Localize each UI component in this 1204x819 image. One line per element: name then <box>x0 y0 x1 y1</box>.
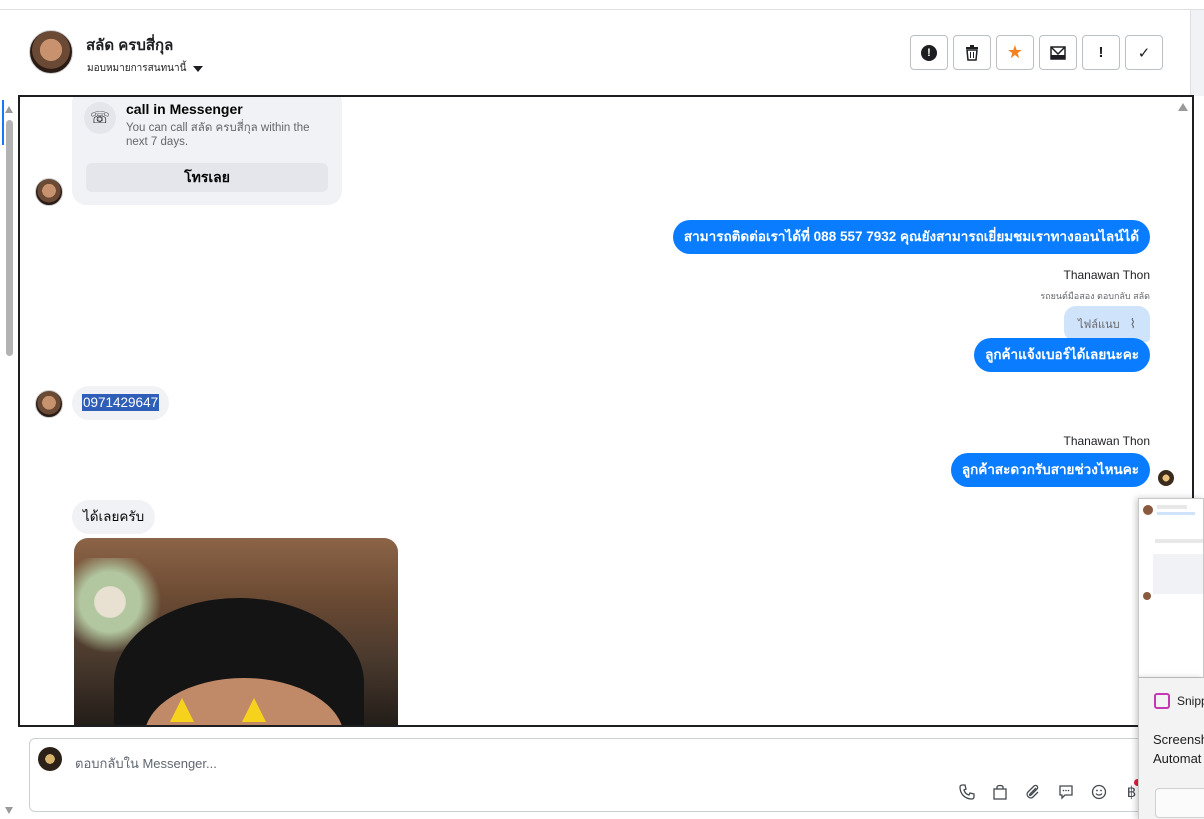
report-spam-button[interactable]: ! <box>910 35 948 70</box>
scrollbar-thumb[interactable] <box>6 120 13 356</box>
incoming-message[interactable]: 0971429647 <box>72 386 170 420</box>
top-bar <box>0 0 1204 10</box>
incoming-message[interactable]: ได้เลยครับ <box>72 500 156 534</box>
paperclip-icon[interactable] <box>1022 781 1043 802</box>
scroll-down-arrow-icon[interactable] <box>5 807 13 814</box>
exclamation-icon: ! <box>1098 44 1104 61</box>
chat-icon[interactable] <box>1055 781 1076 802</box>
incoming-photo[interactable] <box>74 538 398 725</box>
check-icon: ✓ <box>1137 44 1151 62</box>
sender-name: Thanawan Thon <box>1063 434 1150 448</box>
assign-conversation-dropdown[interactable]: มอบหมายการสนทนานี้ <box>87 61 204 76</box>
call-card-title: call in Messenger <box>126 101 243 117</box>
envelope-icon <box>1050 45 1066 60</box>
attachment-bubble[interactable]: ไฟล์แนบ ⌇ <box>1063 306 1150 342</box>
contact-avatar[interactable] <box>29 30 73 74</box>
snip-line-1: Screensh <box>1153 732 1204 747</box>
snip-thumbnail-preview[interactable] <box>1138 498 1204 678</box>
mark-done-button[interactable]: ✓ <box>1125 35 1163 70</box>
snip-message: Screensh Automat <box>1153 730 1204 768</box>
header-actions: ! ★ ! ✓ <box>910 35 1163 70</box>
left-accent-bar <box>2 100 4 145</box>
scissors-icon <box>1154 693 1170 709</box>
reply-note: รถยนต์มือสอง ตอบกลับ สลัด <box>1040 291 1150 301</box>
emoji-icon[interactable] <box>1088 781 1109 802</box>
caret-down-icon <box>193 65 204 72</box>
paperclip-icon: ⌇ <box>1129 316 1136 331</box>
star-button[interactable]: ★ <box>996 35 1034 70</box>
mark-unread-button[interactable] <box>1039 35 1077 70</box>
reply-input[interactable]: ตอบกลับใน Messenger... <box>75 753 217 774</box>
outgoing-message[interactable]: สามารถติดต่อเราได้ที่ 088 557 7932 คุณยั… <box>672 220 1150 254</box>
call-now-button[interactable]: โทรเลย <box>86 163 328 192</box>
snip-app-name: Snipp <box>1177 694 1204 708</box>
snip-action-button[interactable] <box>1155 788 1204 818</box>
selected-phone-number[interactable]: 0971429647 <box>82 394 160 411</box>
reply-composer[interactable]: ตอบกลับใน Messenger... ฿ <box>29 738 1159 812</box>
message-thread[interactable]: ☏ call in Messenger You can call สลัด คร… <box>18 95 1194 727</box>
call-card: ☏ call in Messenger You can call สลัด คร… <box>72 97 342 205</box>
phone-icon: ☏ <box>84 102 116 134</box>
contact-name[interactable]: สลัด ครบสี่กุล <box>86 33 173 57</box>
contact-avatar-small <box>35 390 63 418</box>
outgoing-message[interactable]: ลูกค้าแจ้งเบอร์ได้เลยนะคะ <box>974 338 1150 372</box>
outgoing-message[interactable]: ลูกค้าสะดวกรับสายช่วงไหนคะ <box>950 453 1150 487</box>
phone-icon[interactable] <box>956 781 977 802</box>
trash-icon <box>966 44 978 61</box>
star-icon: ★ <box>1006 42 1024 62</box>
mark-important-button[interactable]: ! <box>1082 35 1120 70</box>
page-avatar <box>38 747 62 771</box>
attachment-label: ไฟล์แนบ <box>1077 319 1120 331</box>
sender-name: Thanawan Thon <box>1063 268 1150 282</box>
snip-line-2: Automat <box>1153 751 1202 766</box>
left-scrollbar[interactable] <box>2 100 14 819</box>
page-avatar-small <box>1158 470 1174 486</box>
shopping-bag-icon[interactable] <box>989 781 1010 802</box>
thread-scroll-up-arrow-icon[interactable] <box>1178 103 1188 111</box>
snipping-tool-notification[interactable]: Snipp Screensh Automat <box>1138 678 1204 819</box>
exclamation-circle-icon: ! <box>921 44 937 61</box>
right-edge-strip <box>1190 10 1204 96</box>
conversation-header: สลัด ครบสี่กุล มอบหมายการสนทนานี้ ! ★ ! … <box>18 11 1190 95</box>
scroll-up-arrow-icon[interactable] <box>5 106 13 113</box>
contact-avatar-small <box>35 178 63 206</box>
sticker-overlay <box>170 698 280 725</box>
call-card-text: You can call สลัด ครบสี่กุล within the n… <box>126 122 310 148</box>
delete-button[interactable] <box>953 35 991 70</box>
assign-label: มอบหมายการสนทนานี้ <box>87 63 187 74</box>
composer-tools: ฿ <box>956 781 1142 802</box>
